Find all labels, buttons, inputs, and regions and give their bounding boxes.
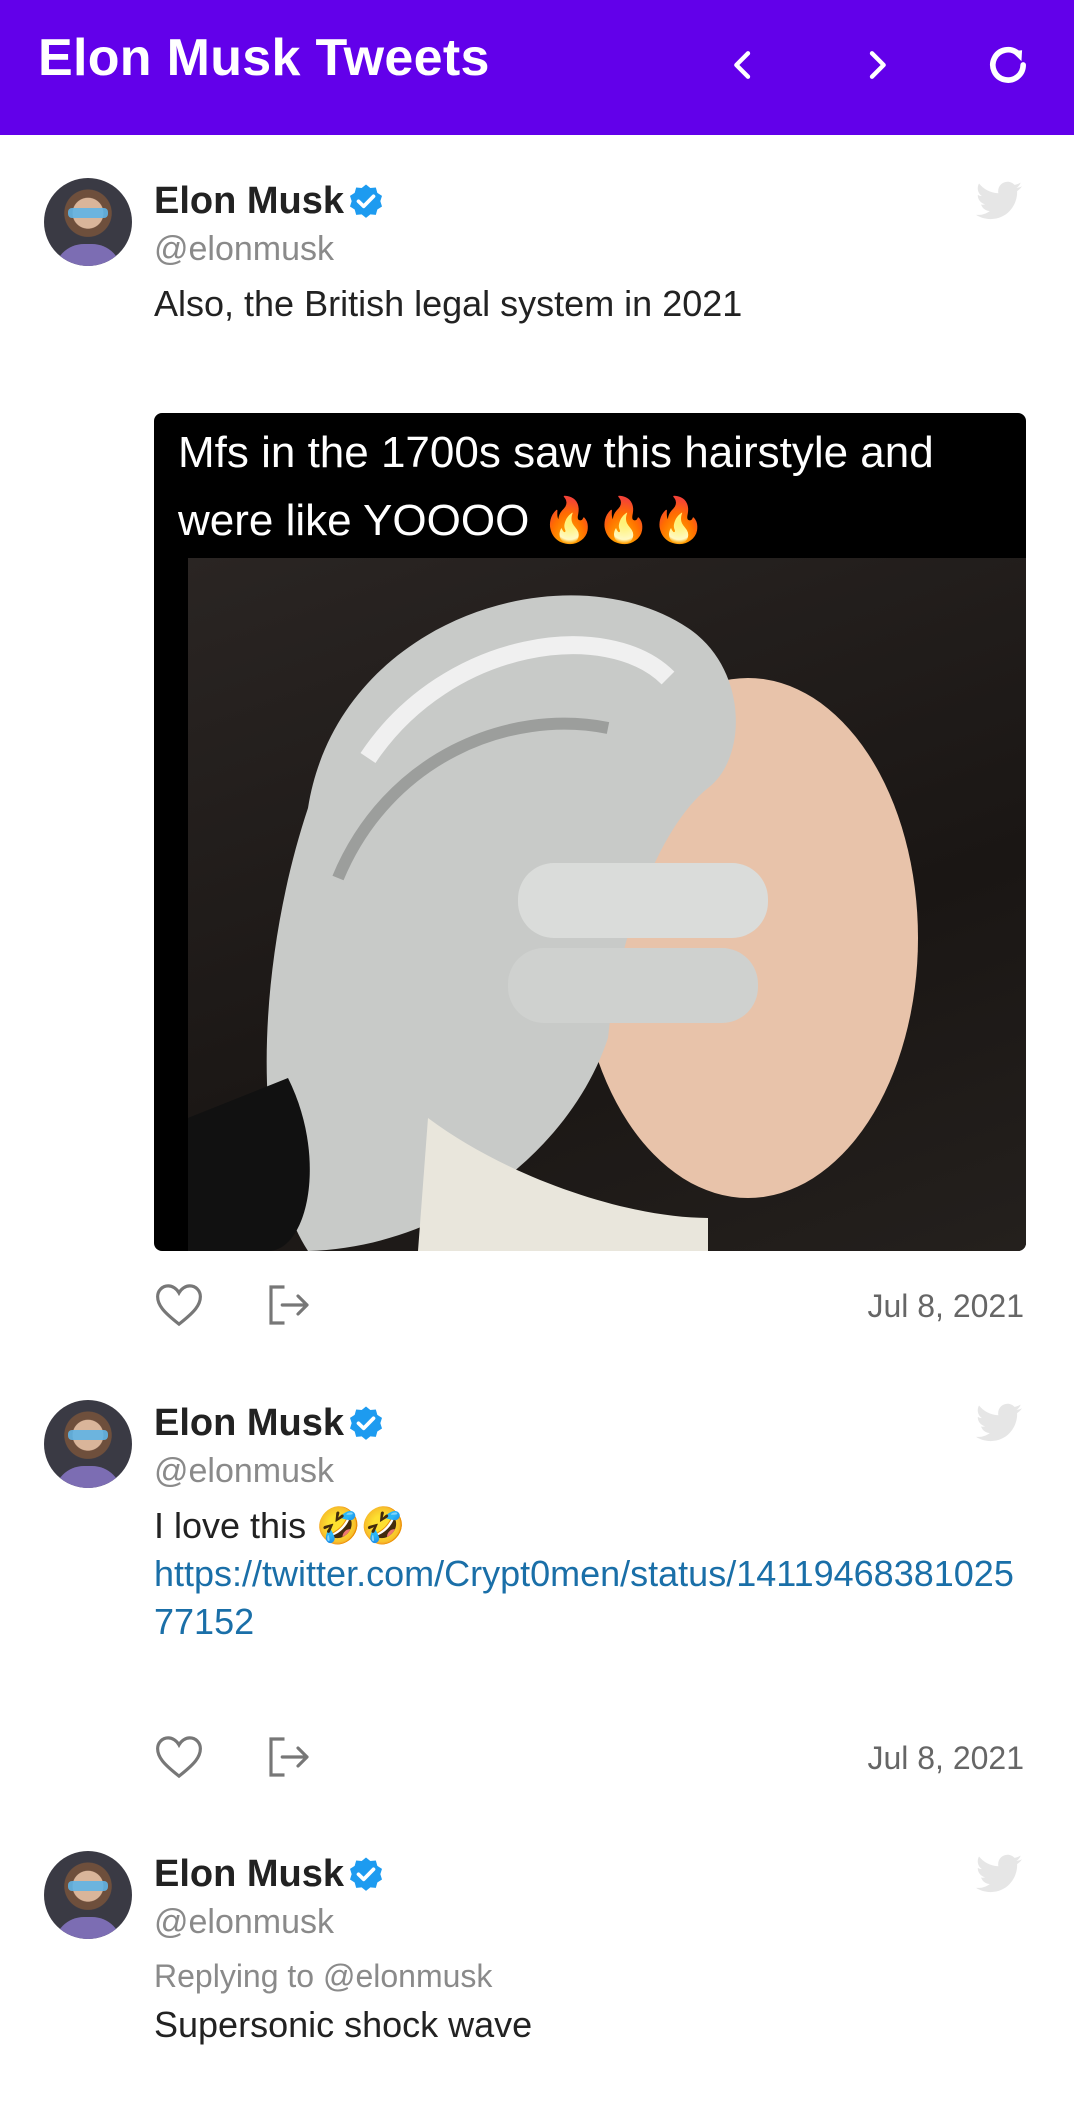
like-heart-icon[interactable]: [152, 1278, 206, 1332]
like-heart-icon[interactable]: [152, 1730, 206, 1784]
refresh-icon[interactable]: [973, 30, 1043, 100]
twitter-bird-icon: [976, 1403, 1022, 1442]
verified-badge-icon: [350, 184, 382, 218]
share-icon[interactable]: [262, 1278, 316, 1332]
tweet-text: Also, the British legal system in 2021: [154, 283, 743, 324]
app-title: Elon Musk Tweets: [38, 29, 490, 87]
avatar[interactable]: [44, 178, 132, 266]
tweet-body: I love this 🤣🤣 https://twitter.com/Crypt…: [154, 1502, 1024, 1646]
twitter-bird-icon: [976, 1854, 1022, 1893]
author-handle: @elonmusk: [154, 230, 335, 268]
author-name: Elon Musk: [154, 1853, 345, 1895]
chevron-right-icon[interactable]: [842, 30, 912, 100]
twitter-bird-icon: [976, 181, 1022, 220]
tweet-date: Jul 8, 2021: [867, 1288, 1024, 1324]
tweet-actions: Jul 8, 2021: [0, 1278, 1074, 1338]
verified-badge-icon: [350, 1406, 382, 1440]
share-icon[interactable]: [262, 1730, 316, 1784]
author-name: Elon Musk: [154, 180, 345, 222]
avatar[interactable]: [44, 1400, 132, 1488]
author-handle: @elonmusk: [154, 1452, 335, 1490]
reply-to-label: Replying to @elonmusk: [154, 1958, 493, 1994]
tweet-media-image[interactable]: Mfs in the 1700s saw this hairstyle and …: [154, 413, 1026, 1251]
chevron-left-icon[interactable]: [708, 30, 778, 100]
app-bar: Elon Musk Tweets: [0, 0, 1074, 135]
author-name: Elon Musk: [154, 1402, 345, 1444]
wig-portrait-photo: [188, 558, 1026, 1251]
media-caption: Mfs in the 1700s saw this hairstyle and …: [178, 428, 934, 545]
tweet-text: I love this 🤣🤣: [154, 1505, 406, 1546]
avatar[interactable]: [44, 1851, 132, 1939]
tweet-link[interactable]: https://twitter.com/Crypt0men/status/141…: [154, 1550, 1014, 1646]
verified-badge-icon: [350, 1857, 382, 1891]
tweet-date: Jul 8, 2021: [867, 1740, 1024, 1776]
tweet-actions: Jul 8, 2021: [0, 1730, 1074, 1790]
author-handle: @elonmusk: [154, 1903, 335, 1941]
tweet-text: Supersonic shock wave: [154, 2004, 533, 2045]
